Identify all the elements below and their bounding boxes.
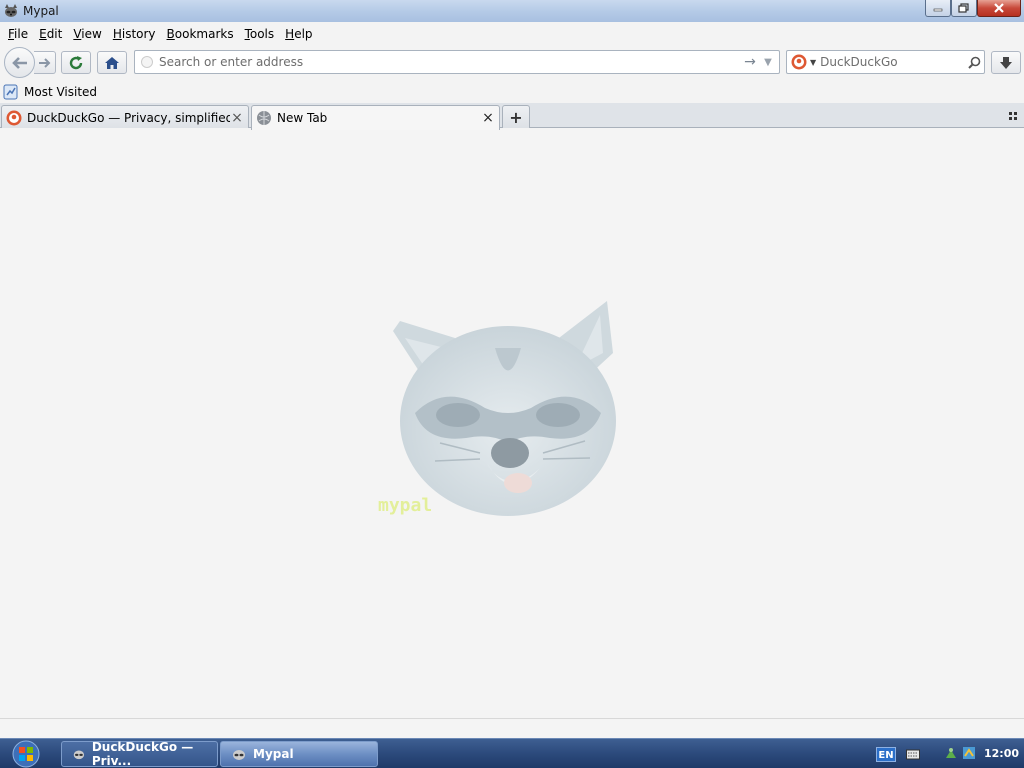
menu-help[interactable]: Help [281, 27, 319, 41]
most-visited-label: Most Visited [24, 85, 98, 99]
menu-edit-label: dit [46, 26, 63, 41]
menu-file-label: ile [14, 26, 29, 41]
search-magnifier-icon[interactable] [964, 56, 984, 69]
tab-close-icon[interactable]: × [481, 110, 495, 126]
menu-history[interactable]: History [109, 27, 163, 41]
status-line [0, 718, 1024, 738]
reload-button[interactable] [61, 51, 91, 74]
magnifier-icon [967, 56, 980, 69]
title-bar: Mypal [0, 0, 1024, 22]
raccoon-mascot-logo: mypal [378, 301, 616, 516]
menu-edit[interactable]: Edit [35, 27, 69, 41]
menu-help-label: elp [294, 26, 313, 41]
history-dropdown-icon[interactable]: ▼ [759, 57, 777, 68]
back-arrow-icon [11, 56, 27, 69]
address-bar[interactable]: → ▼ [134, 50, 780, 74]
start-windows-icon[interactable] [8, 740, 44, 768]
minimize-icon [933, 8, 943, 12]
home-button[interactable] [97, 51, 127, 74]
close-window-button[interactable] [977, 0, 1021, 17]
downloads-button[interactable] [991, 51, 1021, 74]
tab-label: DuckDuckGo — Privacy, simplified. [27, 110, 230, 125]
engine-dropdown-icon[interactable]: ▼ [810, 58, 816, 67]
language-indicator[interactable]: EN [876, 747, 896, 762]
tab-strip: DuckDuckGo — Privacy, simplified. × New … [0, 103, 1024, 130]
close-icon [994, 3, 1004, 13]
raccoon-app-icon [233, 750, 245, 760]
menu-view-label: iew [81, 26, 102, 41]
menu-bookmarks-label: ookmarks [174, 26, 234, 41]
menu-edit-accesskey: E [39, 26, 47, 41]
raccoon-app-icon [5, 4, 17, 17]
search-input[interactable] [820, 55, 964, 69]
tab-label: New Tab [277, 111, 328, 125]
globe-favicon-icon [257, 111, 271, 125]
menu-help-accesskey: H [285, 26, 295, 41]
tab-new-tab[interactable]: New Tab × [251, 105, 500, 130]
forward-button[interactable] [34, 51, 56, 74]
reload-icon [69, 55, 83, 69]
plus-icon: + [509, 107, 523, 127]
bookmarks-toolbar: Most Visited [0, 81, 1024, 103]
restore-button[interactable] [951, 0, 977, 17]
window-title: Mypal [23, 4, 59, 18]
back-button[interactable] [4, 47, 35, 78]
most-visited-folder-icon [3, 84, 18, 100]
minimize-button[interactable] [925, 0, 951, 17]
duckduckgo-favicon-icon [6, 110, 22, 125]
clock[interactable]: 12:00 [984, 747, 1019, 760]
taskbar-item-label: DuckDuckGo — Priv... [91, 740, 194, 768]
identity-globe-icon [141, 56, 153, 68]
window-controls [925, 0, 1021, 17]
bookmark-most-visited[interactable]: Most Visited [3, 84, 97, 100]
url-input[interactable] [159, 52, 741, 72]
menu-bookmarks-accesskey: B [166, 26, 175, 41]
forward-arrow-icon [38, 57, 50, 68]
duckduckgo-engine-icon[interactable] [791, 54, 807, 70]
go-arrow-icon[interactable]: → [741, 54, 759, 70]
raccoon-app-icon [73, 750, 85, 760]
network-icon[interactable] [944, 746, 958, 760]
menu-history-label: istory [121, 26, 156, 41]
taskbar-item-mypal[interactable]: Mypal [220, 741, 378, 767]
menu-bar: File Edit View History Bookmarks Tools H… [0, 22, 1024, 45]
keyboard-icon[interactable] [906, 748, 920, 760]
menu-history-accesskey: H [112, 26, 122, 41]
menu-view[interactable]: View [69, 27, 108, 41]
mypal-watermark-text: mypal [378, 495, 432, 516]
taskbar-item-label: Mypal [253, 747, 294, 761]
menu-file[interactable]: File [4, 27, 35, 41]
navigation-toolbar: → ▼ ▼ [0, 45, 1024, 81]
taskbar-item-duckduckgo[interactable]: DuckDuckGo — Priv... [61, 740, 218, 768]
new-tab-page: mypal [0, 128, 1024, 718]
restore-icon [958, 3, 969, 13]
all-tabs-grid-icon[interactable] [1006, 109, 1020, 123]
download-arrow-icon [1000, 56, 1012, 69]
menu-bookmarks[interactable]: Bookmarks [163, 27, 241, 41]
new-tab-button[interactable]: + [502, 105, 530, 128]
menu-tools-label: ools [249, 26, 275, 41]
volume-icon[interactable] [962, 746, 976, 760]
tab-close-icon[interactable]: × [230, 110, 244, 126]
search-bar[interactable]: ▼ [786, 50, 985, 74]
menu-tools[interactable]: Tools [241, 27, 282, 41]
tab-duckduckgo[interactable]: DuckDuckGo — Privacy, simplified. × [1, 105, 249, 129]
taskbar: DuckDuckGo — Priv... Mypal EN 12:00 [0, 738, 1024, 768]
home-icon [105, 56, 119, 69]
